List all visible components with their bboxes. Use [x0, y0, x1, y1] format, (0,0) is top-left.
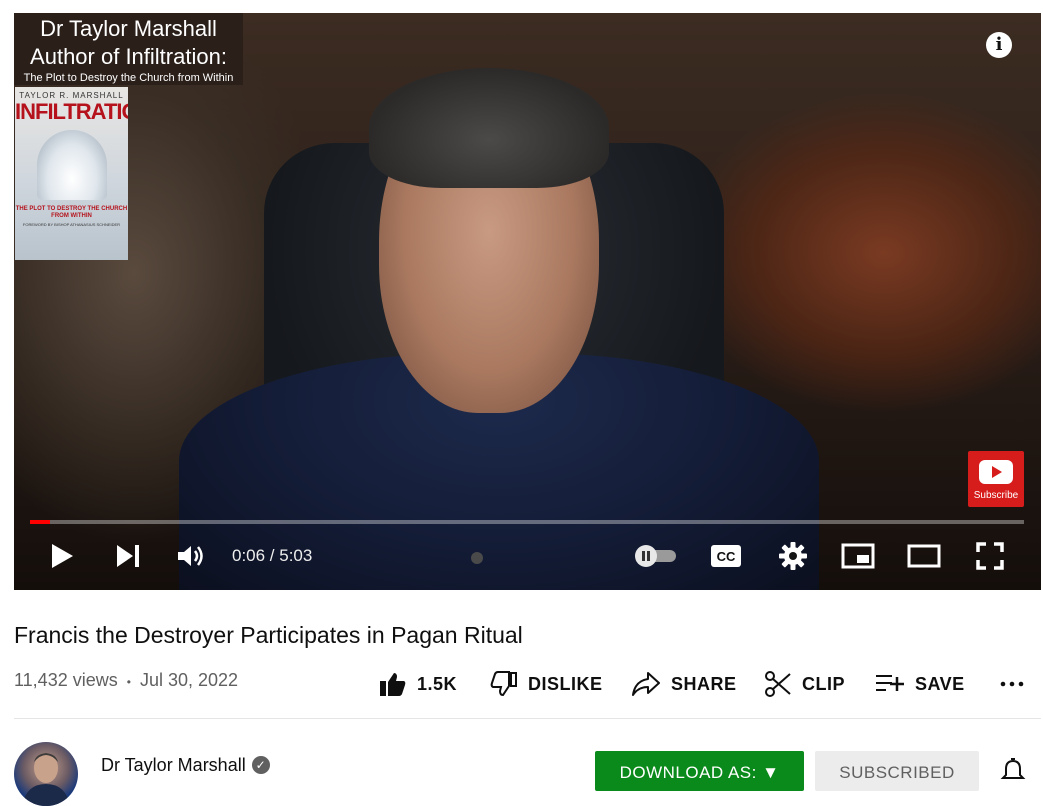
play-button[interactable]	[46, 533, 78, 579]
progress-played	[30, 520, 50, 524]
miniplayer-icon	[841, 543, 875, 569]
overlay-line-2: Author of Infiltration:	[30, 44, 227, 69]
thumbs-up-icon	[380, 673, 406, 696]
dislike-button[interactable]: DISLIKE	[490, 668, 603, 700]
share-label: SHARE	[671, 673, 737, 694]
youtube-logo-icon	[979, 460, 1013, 484]
section-divider	[14, 718, 1041, 719]
download-button[interactable]: DOWNLOAD AS: ▼	[595, 751, 804, 791]
video-overlay-banner: Dr Taylor Marshall Author of Infiltratio…	[14, 13, 243, 85]
avatar[interactable]	[14, 742, 78, 806]
next-icon	[117, 545, 139, 567]
like-button[interactable]: 1.5K	[379, 668, 457, 700]
subscribe-watermark[interactable]: Subscribe	[968, 451, 1024, 507]
scissors-icon	[765, 671, 791, 697]
save-button[interactable]: SAVE	[875, 668, 965, 700]
thumbs-down-icon	[490, 671, 517, 697]
more-horizontal-icon	[1000, 681, 1024, 687]
verified-badge-icon: ✓	[251, 756, 270, 774]
video-player[interactable]: Dr Taylor Marshall Author of Infiltratio…	[14, 13, 1041, 590]
video-frame[interactable]	[14, 13, 1041, 590]
next-button[interactable]	[112, 533, 144, 579]
book-title: INFILTRATION	[15, 99, 128, 124]
basilica-dome-image	[36, 130, 107, 200]
info-icon[interactable]: i	[986, 32, 1012, 58]
channel-name[interactable]: Dr Taylor Marshall	[101, 753, 246, 777]
volume-icon	[178, 546, 203, 566]
book-cover: TAYLOR R. MARSHALL INFILTRATION THE PLOT…	[15, 87, 128, 260]
channel-avatar-image	[22, 753, 70, 806]
clip-label: CLIP	[802, 673, 846, 694]
settings-button[interactable]	[776, 533, 810, 579]
miniplayer-button[interactable]	[840, 533, 876, 579]
dislike-label: DISLIKE	[528, 673, 603, 694]
meta-separator: •	[126, 675, 131, 689]
overlay-line-1: Dr Taylor Marshall	[40, 16, 217, 41]
progress-bar[interactable]	[30, 520, 1024, 524]
fullscreen-icon	[976, 542, 1004, 570]
autoplay-toggle-icon	[635, 545, 676, 567]
video-meta: 11,432 views • Jul 30, 2022	[14, 668, 238, 694]
theater-icon	[907, 544, 941, 568]
captions-button[interactable]: CC	[706, 533, 746, 579]
playlist-add-icon	[876, 675, 904, 691]
book-foreword: FOREWORD BY BISHOP ATHANASIUS SCHNEIDER	[22, 222, 121, 227]
view-count: 11,432 views	[14, 670, 118, 690]
share-arrow-icon	[632, 672, 660, 696]
presenter-hair	[369, 68, 609, 188]
loading-dot-icon	[471, 552, 483, 564]
fullscreen-button[interactable]	[972, 533, 1008, 579]
gear-icon	[779, 542, 807, 570]
bell-icon	[1000, 758, 1026, 779]
cc-label: CC	[717, 549, 736, 564]
upload-date: Jul 30, 2022	[139, 670, 239, 690]
subscribed-button[interactable]: SUBSCRIBED	[815, 751, 979, 791]
player-controls: 0:06 / 5:03 CC	[14, 533, 1041, 583]
video-title: Francis the Destroyer Participates in Pa…	[14, 622, 523, 648]
mute-button[interactable]	[174, 533, 208, 579]
cc-icon: CC	[711, 545, 741, 567]
notification-bell-button[interactable]	[1000, 758, 1026, 784]
channel-name-row: Dr Taylor Marshall ✓	[101, 753, 270, 777]
play-icon	[52, 544, 73, 568]
book-subtitle: THE PLOT TO DESTROY THE CHURCH FROM WITH…	[15, 206, 128, 219]
theater-mode-button[interactable]	[906, 533, 942, 579]
share-button[interactable]: SHARE	[631, 668, 737, 700]
more-actions-button[interactable]	[1000, 668, 1034, 700]
clip-button[interactable]: CLIP	[764, 668, 845, 700]
subscribe-watermark-label: Subscribe	[973, 490, 1019, 501]
save-label: SAVE	[915, 673, 965, 694]
time-display: 0:06 / 5:03	[232, 546, 313, 565]
autoplay-toggle[interactable]	[630, 533, 680, 579]
like-count: 1.5K	[417, 673, 458, 694]
overlay-line-3: The Plot to Destroy the Church from With…	[23, 72, 234, 84]
